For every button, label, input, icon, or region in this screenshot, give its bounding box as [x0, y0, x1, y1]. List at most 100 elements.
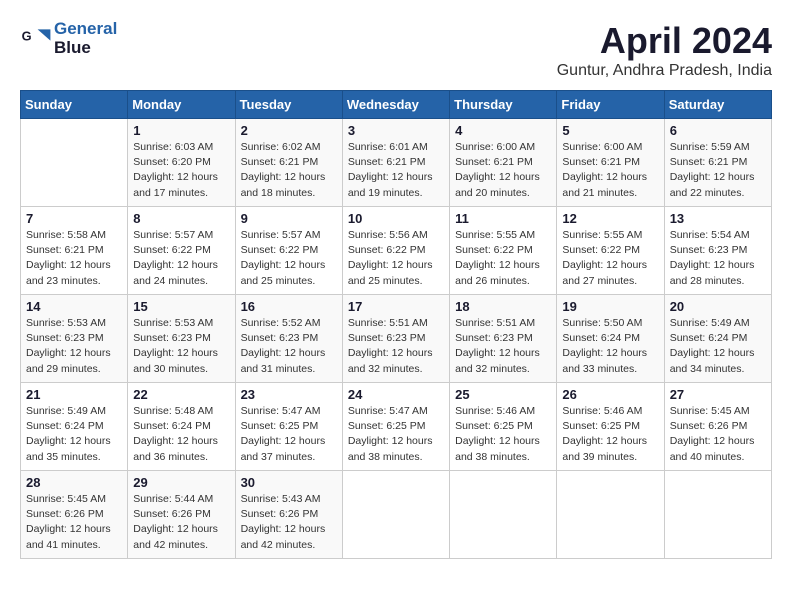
day-info: Sunrise: 5:53 AM Sunset: 6:23 PM Dayligh… — [26, 316, 122, 377]
day-number: 12 — [562, 211, 658, 226]
calendar-week-row: 21 Sunrise: 5:49 AM Sunset: 6:24 PM Dayli… — [21, 383, 772, 471]
calendar-cell: 16 Sunrise: 5:52 AM Sunset: 6:23 PM Dayli… — [235, 295, 342, 383]
day-number: 7 — [26, 211, 122, 226]
day-info: Sunrise: 5:48 AM Sunset: 6:24 PM Dayligh… — [133, 404, 229, 465]
title-block: April 2024 Guntur, Andhra Pradesh, India — [557, 20, 772, 80]
calendar-cell: 6 Sunrise: 5:59 AM Sunset: 6:21 PM Daylig… — [664, 119, 771, 207]
day-info: Sunrise: 5:50 AM Sunset: 6:24 PM Dayligh… — [562, 316, 658, 377]
calendar-cell — [450, 471, 557, 559]
day-number: 6 — [670, 123, 766, 138]
day-number: 23 — [241, 387, 337, 402]
calendar-cell: 10Sunrise: 5:56 AM Sunset: 6:22 PM Dayli… — [342, 207, 449, 295]
calendar-cell: 7 Sunrise: 5:58 AM Sunset: 6:21 PM Daylig… — [21, 207, 128, 295]
calendar-cell: 26 Sunrise: 5:46 AM Sunset: 6:25 PM Dayli… — [557, 383, 664, 471]
column-header-wednesday: Wednesday — [342, 91, 449, 119]
day-info: Sunrise: 6:01 AM Sunset: 6:21 PM Dayligh… — [348, 140, 444, 201]
calendar-cell: 19 Sunrise: 5:50 AM Sunset: 6:24 PM Dayli… — [557, 295, 664, 383]
calendar-cell: 4 Sunrise: 6:00 AM Sunset: 6:21 PM Daylig… — [450, 119, 557, 207]
calendar-cell — [21, 119, 128, 207]
calendar-cell: 14 Sunrise: 5:53 AM Sunset: 6:23 PM Dayli… — [21, 295, 128, 383]
day-info: Sunrise: 5:57 AM Sunset: 6:22 PM Dayligh… — [133, 228, 229, 289]
day-number: 28 — [26, 475, 122, 490]
column-header-friday: Friday — [557, 91, 664, 119]
day-info: Sunrise: 6:03 AM Sunset: 6:20 PM Dayligh… — [133, 140, 229, 201]
day-info: Sunrise: 6:00 AM Sunset: 6:21 PM Dayligh… — [562, 140, 658, 201]
day-info: Sunrise: 5:51 AM Sunset: 6:23 PM Dayligh… — [455, 316, 551, 377]
day-number: 26 — [562, 387, 658, 402]
day-number: 8 — [133, 211, 229, 226]
calendar-cell: 1 Sunrise: 6:03 AM Sunset: 6:20 PM Daylig… — [128, 119, 235, 207]
calendar-cell: 3Sunrise: 6:01 AM Sunset: 6:21 PM Daylig… — [342, 119, 449, 207]
calendar-week-row: 14 Sunrise: 5:53 AM Sunset: 6:23 PM Dayli… — [21, 295, 772, 383]
calendar-cell: 22 Sunrise: 5:48 AM Sunset: 6:24 PM Dayli… — [128, 383, 235, 471]
day-number: 4 — [455, 123, 551, 138]
calendar-week-row: 7 Sunrise: 5:58 AM Sunset: 6:21 PM Daylig… — [21, 207, 772, 295]
day-info: Sunrise: 5:43 AM Sunset: 6:26 PM Dayligh… — [241, 492, 337, 553]
calendar-cell: 23 Sunrise: 5:47 AM Sunset: 6:25 PM Dayli… — [235, 383, 342, 471]
day-info: Sunrise: 5:46 AM Sunset: 6:25 PM Dayligh… — [562, 404, 658, 465]
column-header-thursday: Thursday — [450, 91, 557, 119]
day-info: Sunrise: 5:59 AM Sunset: 6:21 PM Dayligh… — [670, 140, 766, 201]
column-header-tuesday: Tuesday — [235, 91, 342, 119]
day-info: Sunrise: 5:55 AM Sunset: 6:22 PM Dayligh… — [455, 228, 551, 289]
day-info: Sunrise: 6:00 AM Sunset: 6:21 PM Dayligh… — [455, 140, 551, 201]
svg-text:G: G — [22, 28, 32, 43]
day-number: 17 — [348, 299, 444, 314]
column-header-sunday: Sunday — [21, 91, 128, 119]
calendar-cell: 11 Sunrise: 5:55 AM Sunset: 6:22 PM Dayli… — [450, 207, 557, 295]
day-number: 13 — [670, 211, 766, 226]
day-info: Sunrise: 5:47 AM Sunset: 6:25 PM Dayligh… — [241, 404, 337, 465]
calendar-cell: 24 Sunrise: 5:47 AM Sunset: 6:25 PM Dayli… — [342, 383, 449, 471]
calendar-week-row: 1 Sunrise: 6:03 AM Sunset: 6:20 PM Daylig… — [21, 119, 772, 207]
day-info: Sunrise: 5:57 AM Sunset: 6:22 PM Dayligh… — [241, 228, 337, 289]
calendar-cell: 8 Sunrise: 5:57 AM Sunset: 6:22 PM Daylig… — [128, 207, 235, 295]
calendar-cell — [342, 471, 449, 559]
calendar-week-row: 28Sunrise: 5:45 AM Sunset: 6:26 PM Dayli… — [21, 471, 772, 559]
logo-text: General Blue — [54, 20, 117, 57]
day-info: Sunrise: 5:47 AM Sunset: 6:25 PM Dayligh… — [348, 404, 444, 465]
column-header-saturday: Saturday — [664, 91, 771, 119]
day-number: 2 — [241, 123, 337, 138]
day-number: 14 — [26, 299, 122, 314]
page-header: G General Blue April 2024 Guntur, Andhra… — [20, 20, 772, 80]
day-number: 11 — [455, 211, 551, 226]
day-info: Sunrise: 5:58 AM Sunset: 6:21 PM Dayligh… — [26, 228, 122, 289]
column-header-monday: Monday — [128, 91, 235, 119]
calendar-header-row: SundayMondayTuesdayWednesdayThursdayFrid… — [21, 91, 772, 119]
calendar-cell: 12Sunrise: 5:55 AM Sunset: 6:22 PM Dayli… — [557, 207, 664, 295]
calendar-cell: 17 Sunrise: 5:51 AM Sunset: 6:23 PM Dayli… — [342, 295, 449, 383]
day-number: 9 — [241, 211, 337, 226]
day-number: 30 — [241, 475, 337, 490]
day-number: 5 — [562, 123, 658, 138]
day-number: 10 — [348, 211, 444, 226]
calendar-cell: 9 Sunrise: 5:57 AM Sunset: 6:22 PM Daylig… — [235, 207, 342, 295]
calendar-cell: 28Sunrise: 5:45 AM Sunset: 6:26 PM Dayli… — [21, 471, 128, 559]
day-info: Sunrise: 5:45 AM Sunset: 6:26 PM Dayligh… — [670, 404, 766, 465]
calendar-cell: 2 Sunrise: 6:02 AM Sunset: 6:21 PM Daylig… — [235, 119, 342, 207]
calendar-cell: 18 Sunrise: 5:51 AM Sunset: 6:23 PM Dayli… — [450, 295, 557, 383]
day-number: 16 — [241, 299, 337, 314]
day-number: 15 — [133, 299, 229, 314]
day-info: Sunrise: 5:51 AM Sunset: 6:23 PM Dayligh… — [348, 316, 444, 377]
calendar-cell: 30 Sunrise: 5:43 AM Sunset: 6:26 PM Dayli… — [235, 471, 342, 559]
day-info: Sunrise: 5:52 AM Sunset: 6:23 PM Dayligh… — [241, 316, 337, 377]
calendar-cell: 5 Sunrise: 6:00 AM Sunset: 6:21 PM Daylig… — [557, 119, 664, 207]
calendar-cell: 29 Sunrise: 5:44 AM Sunset: 6:26 PM Dayli… — [128, 471, 235, 559]
day-number: 29 — [133, 475, 229, 490]
day-number: 25 — [455, 387, 551, 402]
calendar-cell: 20Sunrise: 5:49 AM Sunset: 6:24 PM Dayli… — [664, 295, 771, 383]
calendar-cell — [557, 471, 664, 559]
day-number: 22 — [133, 387, 229, 402]
day-info: Sunrise: 5:49 AM Sunset: 6:24 PM Dayligh… — [26, 404, 122, 465]
calendar-cell: 27Sunrise: 5:45 AM Sunset: 6:26 PM Dayli… — [664, 383, 771, 471]
day-number: 18 — [455, 299, 551, 314]
day-number: 21 — [26, 387, 122, 402]
day-info: Sunrise: 5:44 AM Sunset: 6:26 PM Dayligh… — [133, 492, 229, 553]
day-number: 19 — [562, 299, 658, 314]
day-number: 24 — [348, 387, 444, 402]
day-number: 1 — [133, 123, 229, 138]
day-info: Sunrise: 6:02 AM Sunset: 6:21 PM Dayligh… — [241, 140, 337, 201]
calendar-table: SundayMondayTuesdayWednesdayThursdayFrid… — [20, 90, 772, 559]
calendar-cell: 21 Sunrise: 5:49 AM Sunset: 6:24 PM Dayli… — [21, 383, 128, 471]
logo-icon: G — [20, 23, 52, 55]
